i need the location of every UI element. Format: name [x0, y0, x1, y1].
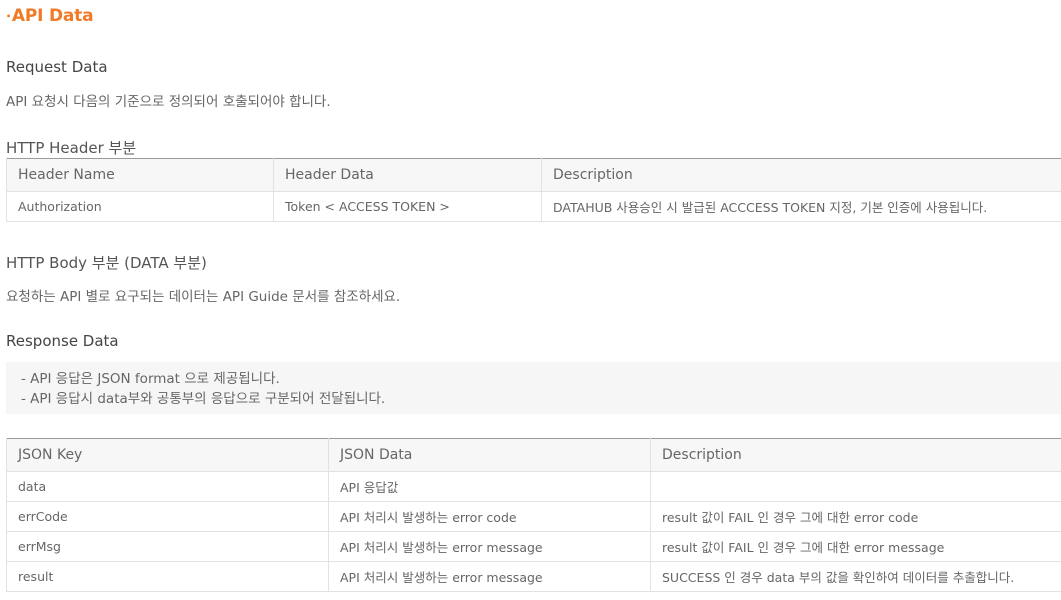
note-line: - API 응답은 JSON format 으로 제공됩니다. [21, 371, 280, 387]
bullet-icon: • [6, 11, 11, 21]
response-table: JSON Key JSON Data Description data API … [6, 438, 1061, 592]
column-header: Header Name [6, 158, 274, 192]
table-row: errMsg API 처리시 발생하는 error message result… [6, 531, 1061, 562]
table-cell: data [6, 471, 329, 502]
table-cell: Authorization [6, 191, 274, 222]
table-row: Authorization Token < ACCESS TOKEN > DAT… [6, 191, 1061, 222]
column-header: Description [650, 438, 1061, 472]
column-header: JSON Key [6, 438, 329, 472]
table-cell: result 값이 FAIL 인 경우 그에 대한 error code [650, 501, 1061, 532]
column-header: Header Data [273, 158, 542, 192]
http-header-table: Header Name Header Data Description Auth… [6, 158, 1061, 222]
request-intro: API 요청시 다음의 기준으로 정의되어 호출되어야 합니다. [6, 94, 331, 110]
http-body-heading: HTTP Body 부분 (DATA 부분) [6, 254, 207, 272]
request-heading: Request Data [6, 58, 108, 76]
table-cell: errMsg [6, 531, 329, 562]
table-cell: errCode [6, 501, 329, 532]
table-cell: DATAHUB 사용승인 시 발급된 ACCCESS TOKEN 지정, 기본 … [541, 191, 1061, 222]
table-header-row: JSON Key JSON Data Description [6, 438, 1061, 472]
response-notes: - API 응답은 JSON format 으로 제공됩니다. - API 응답… [6, 362, 1061, 414]
table-header-row: Header Name Header Data Description [6, 158, 1061, 192]
table-cell: API 응답값 [328, 471, 651, 502]
table-row: errCode API 처리시 발생하는 error code result 값… [6, 501, 1061, 532]
table-cell: result [6, 561, 329, 592]
table-row: data API 응답값 [6, 471, 1061, 502]
table-row: result API 처리시 발생하는 error message SUCCES… [6, 561, 1061, 592]
response-heading: Response Data [6, 332, 119, 350]
table-cell: Token < ACCESS TOKEN > [273, 191, 542, 222]
page-title: •API Data [6, 6, 94, 26]
http-header-heading: HTTP Header 부분 [6, 139, 137, 157]
note-line: - API 응답시 data부와 공통부의 응답으로 구분되어 전달됩니다. [21, 391, 386, 407]
column-header: JSON Data [328, 438, 651, 472]
table-cell: API 처리시 발생하는 error message [328, 561, 651, 592]
table-cell: API 처리시 발생하는 error message [328, 531, 651, 562]
http-body-intro: 요청하는 API 별로 요구되는 데이터는 API Guide 문서를 참조하세… [6, 289, 401, 305]
column-header: Description [541, 158, 1061, 192]
table-cell [650, 471, 1061, 502]
table-cell: API 처리시 발생하는 error code [328, 501, 651, 532]
table-cell: SUCCESS 인 경우 data 부의 값을 확인하여 데이터를 추출합니다. [650, 561, 1061, 592]
table-cell: result 값이 FAIL 인 경우 그에 대한 error message [650, 531, 1061, 562]
